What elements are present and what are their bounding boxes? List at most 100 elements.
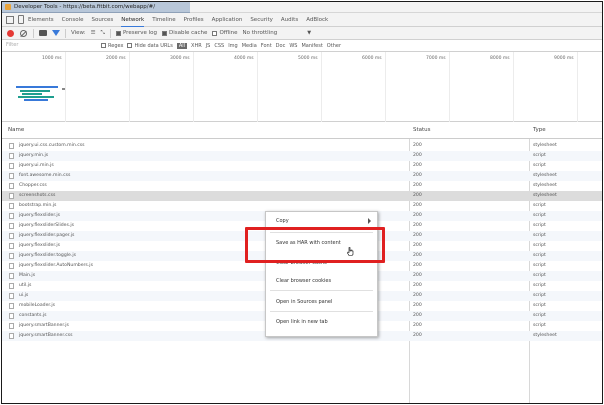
cell-status: 200 [413,183,422,188]
overview-icon[interactable]: ⤡ [101,30,105,37]
header-status[interactable]: Status [413,127,431,133]
tab-elements[interactable]: Elements [28,13,54,27]
timeline-tick-label: 3000 ms [170,56,190,61]
timeline-gridline [129,52,130,122]
throttling-select[interactable]: No throttling [242,30,277,36]
filter-type-other[interactable]: Other [327,43,341,49]
cell-name[interactable]: jquery.ui.css.custom.min.css [19,143,85,148]
menu-item-clear-cookies[interactable]: Clear browser cookies [276,278,331,284]
cell-name[interactable]: jquery.flexsliderSlides.js [19,223,74,228]
filter-type-doc[interactable]: Doc [276,43,286,49]
cell-type: script [533,293,546,298]
divider [65,28,66,38]
cell-type: stylesheet [533,193,557,198]
menu-separator [270,290,373,291]
table-row[interactable]: font.awesome.min.css 200 stylesheet [2,171,602,181]
file-icon [9,263,14,269]
cell-status: 200 [413,313,422,318]
filter-type-xhr[interactable]: XHR [191,43,202,49]
clear-icon[interactable] [20,29,27,37]
cell-name[interactable]: jquery.min.js [19,153,48,158]
table-row[interactable]: jquery.min.js 200 script [2,151,602,161]
tab-adblock[interactable]: AdBlock [306,13,328,27]
title-bar-background [190,2,602,13]
cell-name[interactable]: jquery.flexslider.toggle.js [19,253,76,258]
filter-type-media[interactable]: Media [242,43,257,49]
table-row[interactable]: screenshots.css 200 stylesheet [2,191,602,201]
cell-name[interactable]: jquery.smartBanner.css [19,333,73,338]
record-icon[interactable] [7,29,14,37]
cell-name[interactable]: jquery.ui.min.js [19,163,54,168]
header-type[interactable]: Type [533,127,546,133]
cell-name[interactable]: screenshots.css [19,193,55,198]
tab-profiles[interactable]: Profiles [184,13,204,27]
offline-label: Offline [219,30,238,36]
file-icon [9,203,14,209]
offline-checkbox[interactable] [212,30,218,36]
hide-data-urls-label: Hide data URLs [134,42,173,49]
filter-type-font[interactable]: Font [261,43,272,49]
inspect-element-icon[interactable] [6,15,14,24]
tab-timeline[interactable]: Timeline [152,13,175,27]
cell-status: 200 [413,223,422,228]
devtools-window: Developer Tools - https://beta.fitbit.co… [1,1,603,404]
tab-audits[interactable]: Audits [281,13,298,27]
filter-type-manifest[interactable]: Manifest [301,43,322,49]
table-row[interactable]: bootstrap.min.js 200 script [2,201,602,211]
tab-security[interactable]: Security [250,13,273,27]
chevron-down-icon[interactable]: ▼ [307,30,311,36]
cell-name[interactable]: bootstrap.min.js [19,203,56,208]
cell-name[interactable]: ui.js [19,293,28,298]
tab-sources[interactable]: Sources [91,13,113,27]
cell-name[interactable]: Main.js [19,273,35,278]
filter-type-img[interactable]: Img [228,43,238,49]
disable-cache-checkbox[interactable] [161,30,167,36]
filter-type-css[interactable]: CSS [214,43,224,49]
table-row[interactable]: Chopper.css 200 stylesheet [2,181,602,191]
cell-status: 200 [413,153,422,158]
file-icon [9,243,14,249]
cell-name[interactable]: jquery.flexslider.pager.js [19,233,74,238]
filter-icon[interactable] [52,30,60,36]
filter-type-all[interactable]: All [176,42,188,49]
network-overview-timeline[interactable]: 1000 ms 2000 ms 3000 ms 4000 ms 5000 ms … [2,52,602,122]
cell-name[interactable]: font.awesome.min.css [19,173,70,178]
tab-application[interactable]: Application [212,13,243,27]
filter-type-ws[interactable]: WS [289,43,297,49]
cell-name[interactable]: jquery.flexslider.js [19,243,60,248]
file-icon [9,253,14,259]
capture-screenshots-icon[interactable] [39,30,47,36]
cell-status: 200 [413,233,422,238]
file-icon [9,283,14,289]
hide-data-urls-checkbox[interactable] [127,43,133,48]
cell-status: 200 [413,243,422,248]
large-rows-icon[interactable]: ☰ [91,30,96,36]
cell-name[interactable]: mobileLoader.js [19,303,55,308]
tab-console[interactable]: Console [62,13,84,27]
file-icon [9,173,14,179]
cell-type: script [533,283,546,288]
table-row[interactable]: jquery.ui.min.js 200 script [2,161,602,171]
waterfall-bar [18,96,54,98]
device-mode-icon[interactable] [18,15,24,24]
menu-item-copy[interactable]: Copy [276,218,289,224]
filter-type-js[interactable]: JS [206,43,211,49]
cell-name[interactable]: jquery.flexslider.AutoNumbers.js [19,263,93,268]
preserve-log-checkbox[interactable] [115,30,121,36]
file-icon [9,293,14,299]
cell-name[interactable]: jquery.smartBanner.js [19,323,69,328]
regex-checkbox[interactable] [101,43,106,48]
table-row[interactable]: jquery.ui.css.custom.min.css 200 styleshee… [2,141,602,151]
header-name[interactable]: Name [8,127,24,133]
cell-status: 200 [413,323,422,328]
cell-name[interactable]: util.js [19,283,31,288]
tab-network[interactable]: Network [121,13,145,27]
menu-item-open-link[interactable]: Open link in new tab [276,319,328,325]
regex-label: Regex [108,42,124,49]
cell-name[interactable]: jquery.flexslider.js [19,213,60,218]
menu-item-open-in-sources[interactable]: Open in Sources panel [276,299,332,305]
cell-name[interactable]: Chopper.css [19,183,47,188]
filter-input[interactable]: Filter [6,41,101,50]
cell-name[interactable]: constants.js [19,313,47,318]
cell-type: stylesheet [533,183,557,188]
